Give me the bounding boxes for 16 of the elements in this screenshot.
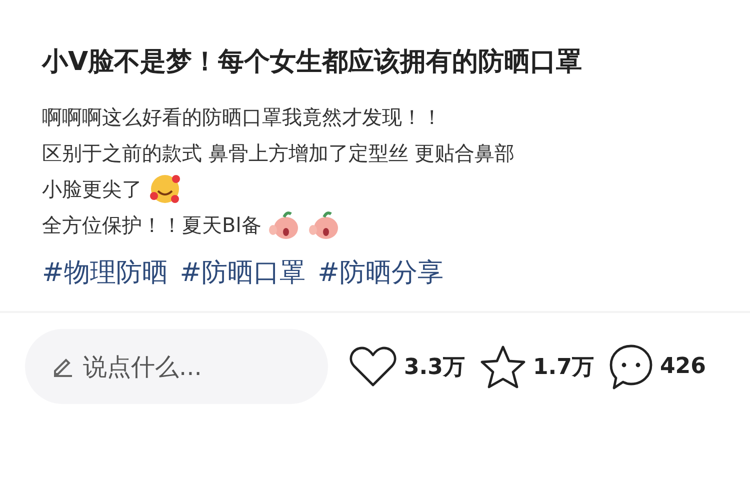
star-icon [478, 344, 527, 390]
smiling-emoji-icon [148, 172, 182, 206]
star-button[interactable]: 1.7万 [478, 344, 594, 390]
like-button[interactable]: 3.3万 [348, 344, 465, 388]
hashtag-link[interactable]: #防晒口罩 [180, 255, 306, 290]
post-text-line: 全方位保护！！夏天Bl备 [42, 212, 262, 238]
post-text-line: 啊啊啊这么好看的防晒口罩我竟然才发现！！ [42, 104, 442, 130]
hashtag-link[interactable]: #防晒分享 [318, 255, 444, 290]
comment-button[interactable]: 426 [608, 342, 706, 390]
chat-bubble-icon [608, 342, 654, 390]
post-text-line: 区别于之前的款式 鼻骨上方增加了定型丝 更贴合鼻部 [42, 140, 515, 166]
post-text-line: 小脸更尖了 [42, 176, 142, 202]
heart-icon [348, 344, 398, 388]
post-title: 小V脸不是梦！每个女生都应该拥有的防晒口罩 [42, 46, 584, 79]
hashtag-link[interactable]: #物理防晒 [42, 255, 168, 290]
comment-field[interactable]: 说点什么... [25, 329, 328, 404]
